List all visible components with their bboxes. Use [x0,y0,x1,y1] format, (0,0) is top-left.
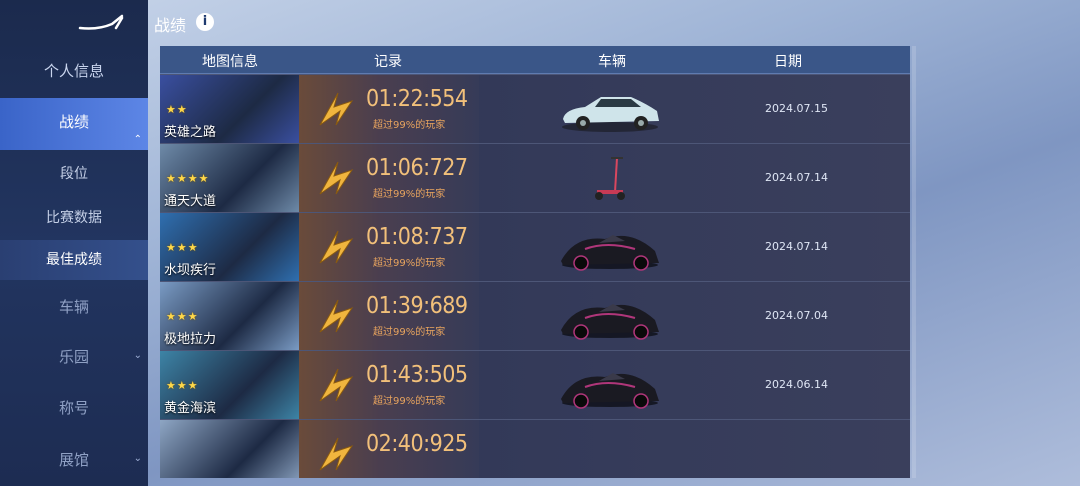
sidebar-item-records[interactable]: 战绩 ⌃ [0,98,148,150]
star-rating: ★★ [166,103,188,116]
map-thumbnail [160,420,299,478]
column-header-vehicle: 车辆 [598,54,626,70]
page-title: 战绩 [154,16,187,35]
column-header-record: 记录 [374,54,402,70]
table-row[interactable]: ★★★ 极地拉力 01:39:689 超过99%的玩家 2024.07.04 [160,282,910,351]
sidebar-item-label: 最佳成绩 [46,252,102,268]
sidebar-item-label: 战绩 [58,113,89,131]
rank-badge-icon [319,299,354,333]
sidebar-item-best-results[interactable]: 最佳成绩 [0,240,148,280]
rank-badge-icon [319,437,354,471]
sidebar-item-label: 称号 [58,399,89,417]
table-header: 地图信息 记录 车辆 日期 [160,46,910,74]
record-date: 2024.06.14 [765,378,828,391]
record-percentile: 超过99%的玩家 [373,189,446,200]
map-name: 水坝疾行 [164,263,217,278]
sidebar-item-label: 个人信息 [43,62,104,80]
sidebar: 个人信息 战绩 ⌃ 段位 比赛数据 最佳成绩 车辆 乐园 ⌄ 称号 展馆 ⌄ [0,0,148,486]
chevron-up-icon: ⌃ [133,134,142,145]
star-rating: ★★★ [166,379,199,392]
record-time: 01:08:737 [366,224,468,250]
record-date: 2024.07.15 [765,102,828,115]
record-percentile: 超过99%的玩家 [373,120,446,131]
sidebar-item-titles[interactable]: 称号 [0,397,148,418]
rank-badge-icon [319,230,354,264]
chevron-down-icon: ⌄ [133,350,142,361]
sidebar-item-label: 展馆 [58,451,89,469]
sidebar-item-label: 车辆 [58,298,89,316]
record-time: 01:06:727 [366,155,468,181]
map-name: 极地拉力 [164,332,217,347]
map-thumbnail: ★★ 英雄之路 [160,75,299,143]
rank-badge-icon [319,161,354,195]
sidebar-item-profile[interactable]: 个人信息 [0,60,148,82]
map-name: 英雄之路 [164,125,217,140]
sidebar-item-match-data[interactable]: 比赛数据 [0,207,148,227]
rank-badge-icon [319,92,354,126]
info-icon[interactable]: i [196,13,214,31]
map-thumbnail: ★★★★ 通天大道 [160,144,299,212]
record-time: 01:22:554 [366,86,468,112]
sidebar-item-gallery[interactable]: 展馆 ⌄ [0,449,148,470]
map-thumbnail: ★★★ 水坝疾行 [160,213,299,281]
vehicle-hypercar-icon [555,290,665,342]
sidebar-item-label: 段位 [60,166,88,182]
table-body: ★★★ 神秘净湖 01:30:720 超过99%的玩家 2024.07.17 ★… [160,46,910,478]
table-row[interactable]: 02:40:925 [160,420,910,478]
record-time: 01:43:505 [366,362,468,388]
vehicle-none-icon [555,428,665,478]
vehicle-hypercar-icon [555,359,665,411]
record-time: 01:39:689 [366,293,468,319]
record-date: 2024.07.04 [765,309,828,322]
table-row[interactable]: ★★ 英雄之路 01:22:554 超过99%的玩家 2024.07.15 [160,75,910,144]
chevron-down-icon: ⌄ [133,453,142,464]
map-name: 黄金海滨 [164,401,217,416]
scrollbar[interactable] [912,46,916,478]
game-logo-icon [78,14,124,30]
rank-badge-icon [319,368,354,402]
map-name: 通天大道 [164,194,217,209]
sidebar-item-park[interactable]: 乐园 ⌄ [0,346,148,367]
map-thumbnail: ★★★ 黄金海滨 [160,351,299,419]
record-date: 2024.07.14 [765,171,828,184]
column-header-map: 地图信息 [202,54,258,70]
record-time: 02:40:925 [366,431,468,457]
record-percentile: 超过99%的玩家 [373,327,446,338]
table-row[interactable]: ★★★ 黄金海滨 01:43:505 超过99%的玩家 2024.06.14 [160,351,910,420]
record-percentile: 超过99%的玩家 [373,258,446,269]
sidebar-item-label: 比赛数据 [46,210,102,226]
table-row[interactable]: ★★★★ 通天大道 01:06:727 超过99%的玩家 2024.07.14 [160,144,910,213]
sidebar-item-label: 乐园 [58,348,89,366]
star-rating: ★★★★ [166,172,210,185]
map-thumbnail: ★★★ 极地拉力 [160,282,299,350]
sidebar-item-vehicles[interactable]: 车辆 [0,296,148,317]
record-date: 2024.07.14 [765,240,828,253]
records-table: 地图信息 记录 车辆 日期 ★★★ 神秘净湖 01:30:720 超过99%的玩… [160,46,910,478]
sidebar-item-rank[interactable]: 段位 [0,163,148,183]
column-header-date: 日期 [774,54,802,70]
star-rating: ★★★ [166,241,199,254]
table-row[interactable]: ★★★ 水坝疾行 01:08:737 超过99%的玩家 2024.07.14 [160,213,910,282]
star-rating: ★★★ [166,310,199,323]
vehicle-white-sportscar-icon [555,83,665,135]
vehicle-hypercar-icon [555,221,665,273]
record-percentile: 超过99%的玩家 [373,396,446,407]
vehicle-scooter-icon [555,152,665,204]
